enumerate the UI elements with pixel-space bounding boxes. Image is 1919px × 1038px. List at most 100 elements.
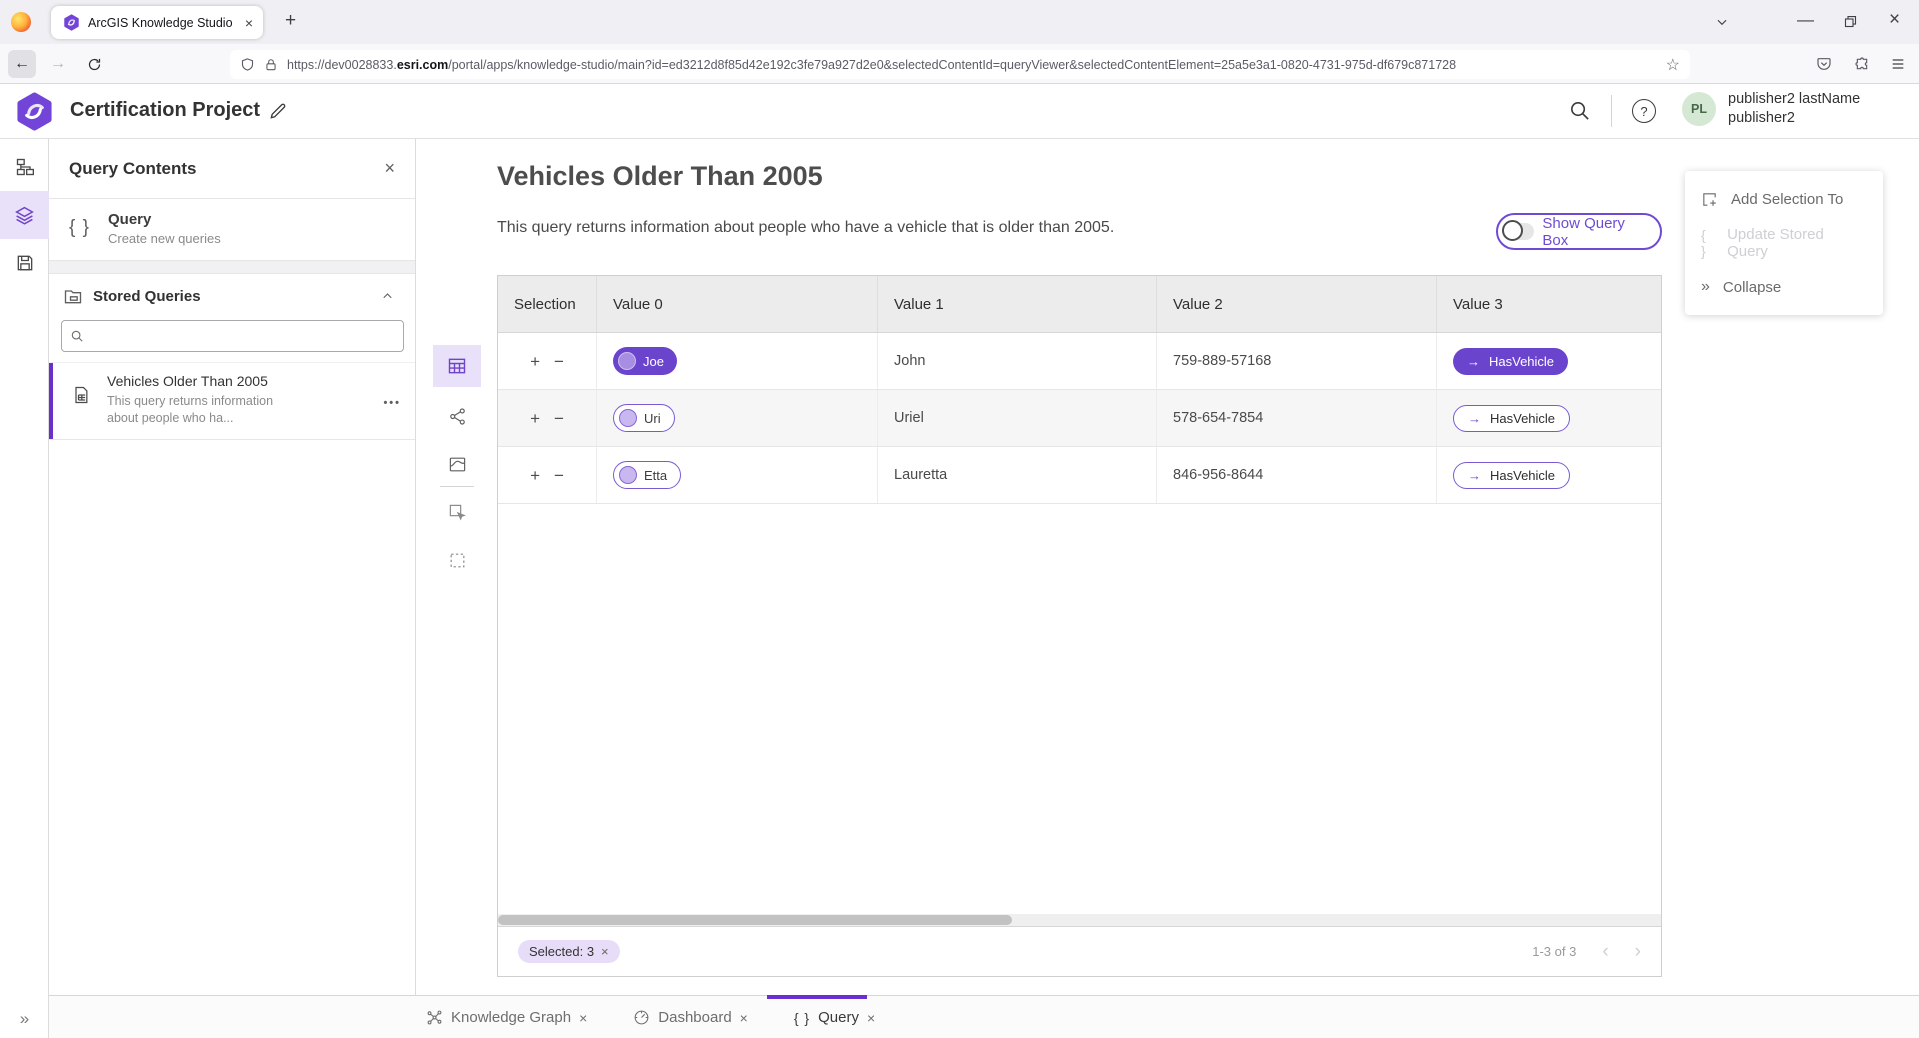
- arrow-right-icon: →: [1468, 468, 1481, 483]
- toggle-track: [1504, 223, 1534, 240]
- menu-item-label: Collapse: [1723, 279, 1781, 296]
- chevrons-right-icon: »: [1701, 278, 1710, 296]
- selection-box-icon[interactable]: [433, 539, 481, 581]
- new-tab-button[interactable]: +: [285, 11, 296, 30]
- braces-icon: { }: [1701, 227, 1714, 259]
- column-header: Value 2: [1157, 276, 1437, 332]
- lock-icon[interactable]: [264, 58, 278, 72]
- remove-selection-icon[interactable]: −: [554, 467, 564, 484]
- remove-selection-icon[interactable]: −: [554, 410, 564, 427]
- selected-count-chip[interactable]: Selected: 3 ×: [518, 940, 620, 963]
- query-item-subtitle: Create new queries: [108, 231, 221, 246]
- tab-close-icon[interactable]: ×: [740, 1010, 748, 1026]
- pocket-icon[interactable]: [1810, 50, 1838, 78]
- entity-pill[interactable]: Etta: [613, 461, 681, 489]
- add-selection-icon[interactable]: +: [530, 353, 540, 370]
- selected-count-label: Selected: 3: [529, 944, 594, 959]
- tab-dashboard[interactable]: Dashboard ×: [633, 1009, 748, 1026]
- relationship-pill[interactable]: →HasVehicle: [1453, 348, 1568, 375]
- remove-selection-icon[interactable]: −: [554, 353, 564, 370]
- contents-layers-icon[interactable]: [0, 191, 49, 239]
- chevron-up-icon[interactable]: [380, 289, 395, 304]
- page-title: Certification Project: [70, 99, 260, 122]
- tab-close-icon[interactable]: ×: [579, 1010, 587, 1026]
- select-features-icon[interactable]: [433, 491, 481, 533]
- tab-label: Knowledge Graph: [451, 1009, 571, 1026]
- link-chart-icon[interactable]: [433, 395, 481, 437]
- search-icon[interactable]: [1568, 99, 1591, 122]
- data-model-tree-icon[interactable]: [0, 143, 49, 191]
- scrollbar-thumb[interactable]: [498, 915, 1012, 925]
- query-item[interactable]: { } Query Create new queries: [49, 199, 415, 261]
- toggle-knob: [1502, 220, 1523, 241]
- stored-query-item[interactable]: Vehicles Older Than 2005 This query retu…: [49, 362, 415, 440]
- tab-close-icon[interactable]: ×: [867, 1010, 875, 1026]
- tab-query[interactable]: { } Query ×: [794, 1009, 875, 1026]
- panel-header: Query Contents ×: [49, 139, 415, 199]
- entity-dot-icon: [619, 409, 637, 427]
- section-divider: [49, 261, 415, 274]
- user-name: publisher2 lastName: [1728, 90, 1860, 109]
- forward-button[interactable]: →: [44, 50, 72, 78]
- selected-indicator: [49, 363, 53, 439]
- extensions-puzzle-icon[interactable]: [1848, 50, 1876, 78]
- relationship-pill[interactable]: →HasVehicle: [1453, 462, 1570, 489]
- next-page-icon[interactable]: ›: [1635, 942, 1641, 961]
- table-row[interactable]: + − Joe John 759-889-57168 →HasVehicle: [498, 333, 1661, 390]
- tracking-shield-icon[interactable]: [240, 57, 255, 72]
- query-result-title: Vehicles Older Than 2005: [497, 161, 823, 192]
- entity-pill[interactable]: Joe: [613, 347, 677, 375]
- menu-item-collapse[interactable]: » Collapse: [1685, 265, 1883, 309]
- back-button[interactable]: ←: [8, 50, 36, 78]
- item-options-icon[interactable]: •••: [383, 397, 401, 427]
- stored-queries-header[interactable]: Stored Queries: [49, 274, 415, 318]
- previous-page-icon[interactable]: ‹: [1602, 942, 1608, 961]
- window-restore-button[interactable]: [1843, 14, 1858, 29]
- table-cell: 759-889-57168: [1157, 333, 1437, 389]
- column-header: Value 1: [878, 276, 1157, 332]
- stored-query-description: This query returns information about peo…: [107, 393, 283, 427]
- bookmark-star-icon[interactable]: ☆: [1666, 55, 1680, 75]
- horizontal-scrollbar[interactable]: [498, 914, 1661, 926]
- menu-item-add-selection-to[interactable]: Add Selection To: [1685, 177, 1883, 221]
- url-bar[interactable]: https://dev0028833.esri.com/portal/apps/…: [230, 50, 1690, 79]
- panel-close-icon[interactable]: ×: [384, 158, 395, 179]
- window-close-button[interactable]: ×: [1889, 10, 1900, 29]
- browser-tab[interactable]: ArcGIS Knowledge Studio ×: [51, 6, 263, 39]
- dashboard-icon: [633, 1009, 650, 1026]
- table-row[interactable]: + − Uri Uriel 578-654-7854 →HasVehicle: [498, 390, 1661, 447]
- help-icon[interactable]: ?: [1632, 99, 1656, 123]
- clear-selection-icon[interactable]: ×: [601, 944, 609, 959]
- entity-dot-icon: [618, 352, 636, 370]
- edit-pencil-icon[interactable]: [268, 101, 288, 121]
- arrow-right-icon: →: [1467, 354, 1480, 369]
- reload-button[interactable]: [80, 50, 108, 78]
- panel-title: Query Contents: [69, 159, 384, 179]
- menu-item-label: Update Stored Query: [1727, 226, 1867, 260]
- menu-hamburger-icon[interactable]: [1884, 50, 1912, 78]
- table-view-icon[interactable]: [433, 345, 481, 387]
- table-empty-area: [498, 504, 1661, 914]
- entity-pill[interactable]: Uri: [613, 404, 675, 432]
- search-icon: [70, 329, 84, 343]
- arcgis-favicon: [63, 14, 80, 31]
- header-divider: [1611, 95, 1612, 127]
- add-selection-icon[interactable]: +: [530, 410, 540, 427]
- expand-rail-button[interactable]: »: [0, 999, 49, 1038]
- relationship-pill[interactable]: →HasVehicle: [1453, 405, 1570, 432]
- add-selection-icon[interactable]: +: [530, 467, 540, 484]
- tab-title: ArcGIS Knowledge Studio: [88, 16, 245, 30]
- tab-knowledge-graph[interactable]: Knowledge Graph ×: [426, 1009, 587, 1026]
- user-account[interactable]: PL publisher2 lastName publisher2: [1682, 90, 1860, 128]
- window-minimize-button[interactable]: —: [1797, 11, 1814, 28]
- tab-list-chevron-icon[interactable]: [1715, 15, 1729, 29]
- table-cell: Uriel: [878, 390, 1157, 446]
- tab-close-icon[interactable]: ×: [245, 16, 253, 30]
- app-logo: [15, 92, 54, 131]
- map-view-icon[interactable]: [433, 443, 481, 485]
- save-icon[interactable]: [0, 239, 49, 287]
- show-query-box-toggle[interactable]: Show Query Box: [1496, 213, 1662, 250]
- table-row[interactable]: + − Etta Lauretta 846-956-8644 →HasVehic…: [498, 447, 1661, 504]
- search-input[interactable]: [90, 329, 395, 344]
- stored-queries-search[interactable]: [61, 320, 404, 352]
